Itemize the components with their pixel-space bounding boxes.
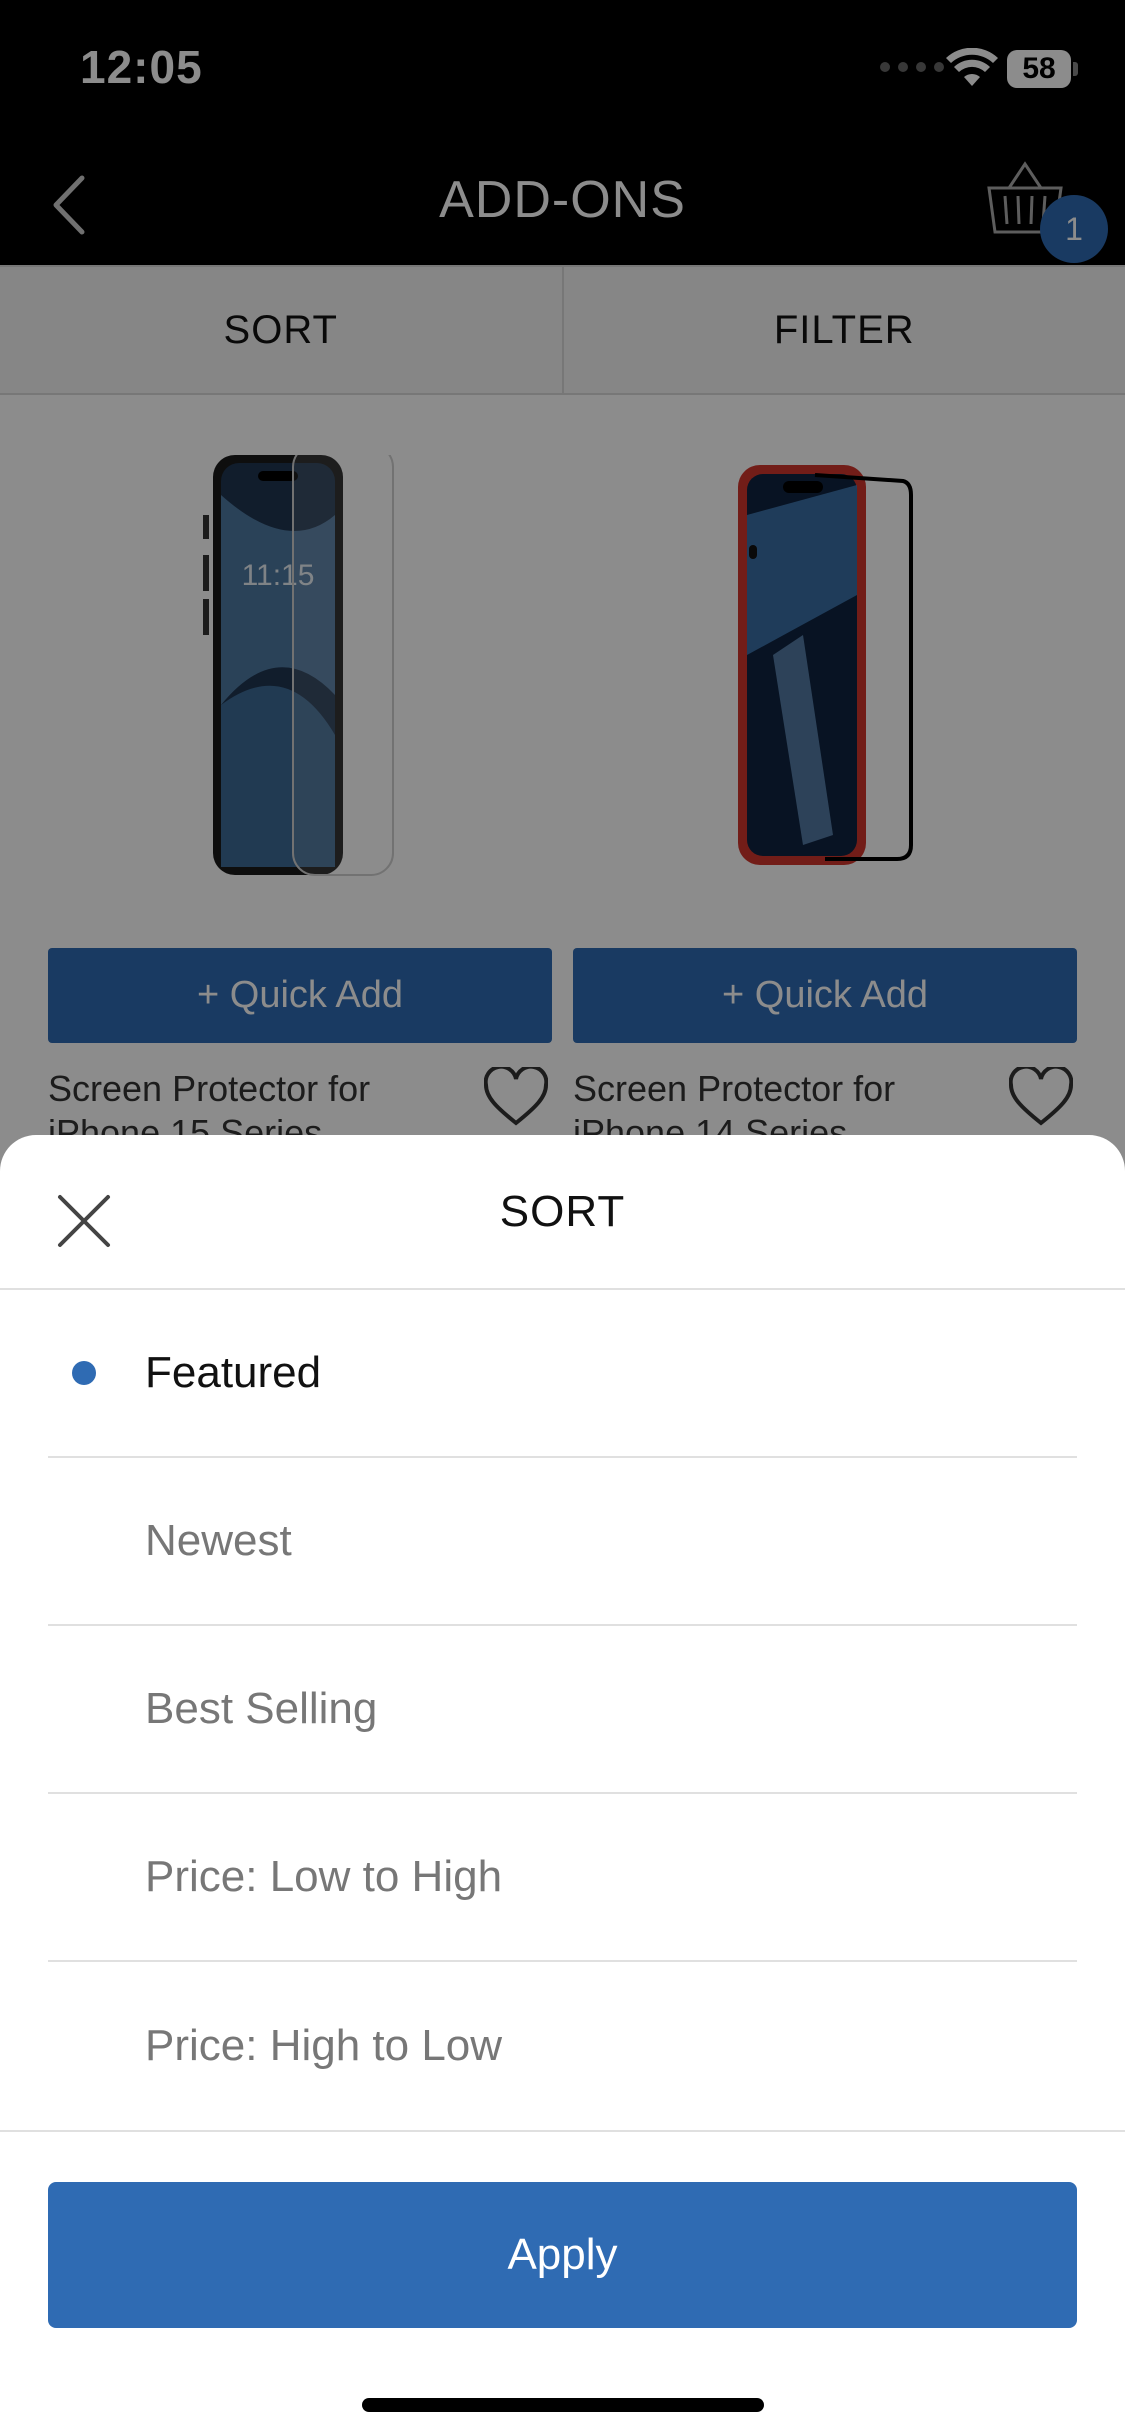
sort-options-list: Featured Newest Best Selling Price: Low …	[48, 1290, 1077, 2130]
sort-option-price-low-high[interactable]: Price: Low to High	[48, 1794, 1077, 1962]
apply-button[interactable]: Apply	[48, 2182, 1077, 2328]
sort-option-label: Price: Low to High	[145, 1852, 503, 1901]
sort-option-label: Featured	[145, 1348, 322, 1397]
selected-indicator-icon	[72, 1361, 96, 1385]
sort-option-label: Price: High to Low	[145, 2021, 503, 2070]
divider	[0, 2130, 1125, 2132]
sort-option-label: Newest	[145, 1516, 292, 1565]
sort-option-featured[interactable]: Featured	[48, 1290, 1077, 1458]
sort-sheet: SORT Featured Newest Best Selling Price:…	[0, 1135, 1125, 2436]
sheet-title: SORT	[499, 1187, 626, 1236]
sheet-header: SORT	[0, 1135, 1125, 1290]
sort-option-newest[interactable]: Newest	[48, 1458, 1077, 1626]
sort-option-best-selling[interactable]: Best Selling	[48, 1626, 1077, 1794]
sort-option-label: Best Selling	[145, 1684, 378, 1733]
sort-option-price-high-low[interactable]: Price: High to Low	[48, 1962, 1077, 2130]
home-indicator[interactable]	[362, 2398, 764, 2412]
